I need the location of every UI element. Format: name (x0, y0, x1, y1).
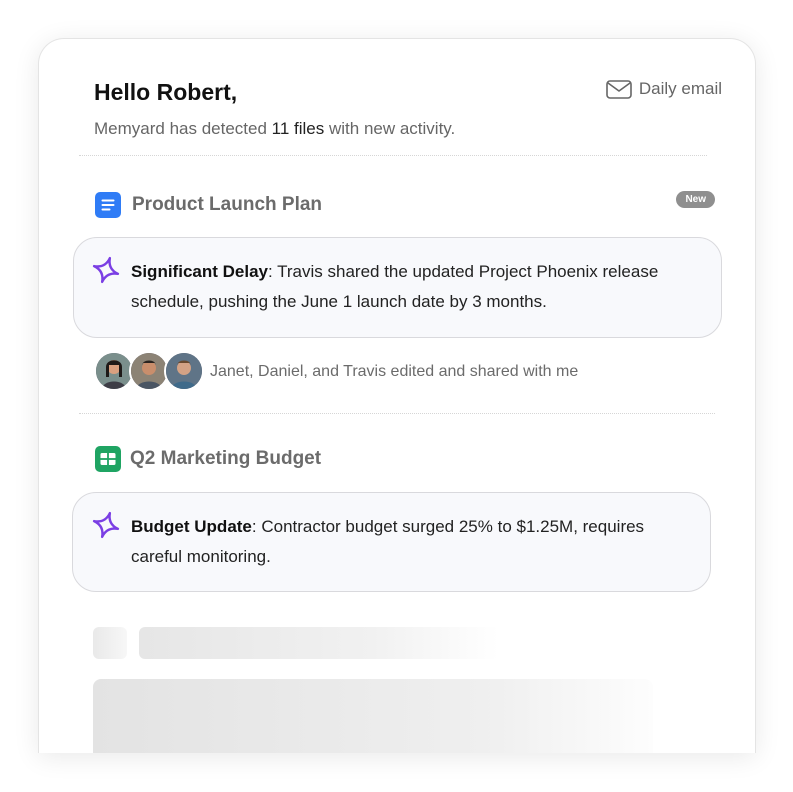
avatar[interactable] (164, 351, 204, 391)
file-title: Product Launch Plan (132, 194, 323, 215)
section-divider (79, 413, 715, 414)
section-divider (79, 155, 707, 156)
mail-icon (606, 79, 632, 99)
avatar[interactable] (94, 351, 134, 391)
daily-email-button[interactable]: Daily email (606, 79, 722, 99)
greeting-heading: Hello Robert, (94, 79, 238, 105)
loading-skeleton-card (93, 679, 653, 753)
activity-digest-card: Hello Robert, Memyard has detected 11 fi… (38, 38, 756, 753)
loading-skeleton-icon (93, 627, 127, 659)
insight-text: Significant Delay: Travis shared the upd… (131, 257, 691, 317)
google-sheets-icon (95, 446, 121, 472)
insight-card-significant-delay[interactable]: Significant Delay: Travis shared the upd… (73, 237, 722, 338)
editors-text: Janet, Daniel, and Travis edited and sha… (210, 363, 579, 380)
loading-skeleton-title (139, 627, 499, 659)
new-badge: New (676, 191, 715, 208)
avatar[interactable] (129, 351, 169, 391)
file-header-product-launch-plan[interactable]: Product Launch Plan (94, 191, 322, 219)
summary-suffix: with new activity. (324, 119, 456, 138)
insight-card-budget-update[interactable]: Budget Update: Contractor budget surged … (72, 492, 711, 592)
google-docs-icon (95, 192, 121, 218)
insight-title: Budget Update (131, 517, 252, 536)
file-count: 11 files (271, 119, 325, 138)
file-header-q2-marketing-budget[interactable]: Q2 Marketing Budget (94, 445, 321, 473)
ai-sparkle-icon (92, 256, 120, 284)
insight-text: Budget Update: Contractor budget surged … (131, 512, 680, 572)
insight-title: Significant Delay (131, 262, 268, 281)
collaborator-avatars[interactable] (94, 351, 204, 391)
daily-email-label: Daily email (638, 79, 722, 98)
file-title: Q2 Marketing Budget (130, 448, 322, 469)
activity-summary: Memyard has detected 11 files with new a… (94, 119, 455, 139)
ai-sparkle-icon (92, 511, 120, 539)
summary-prefix: Memyard has detected (94, 119, 272, 138)
